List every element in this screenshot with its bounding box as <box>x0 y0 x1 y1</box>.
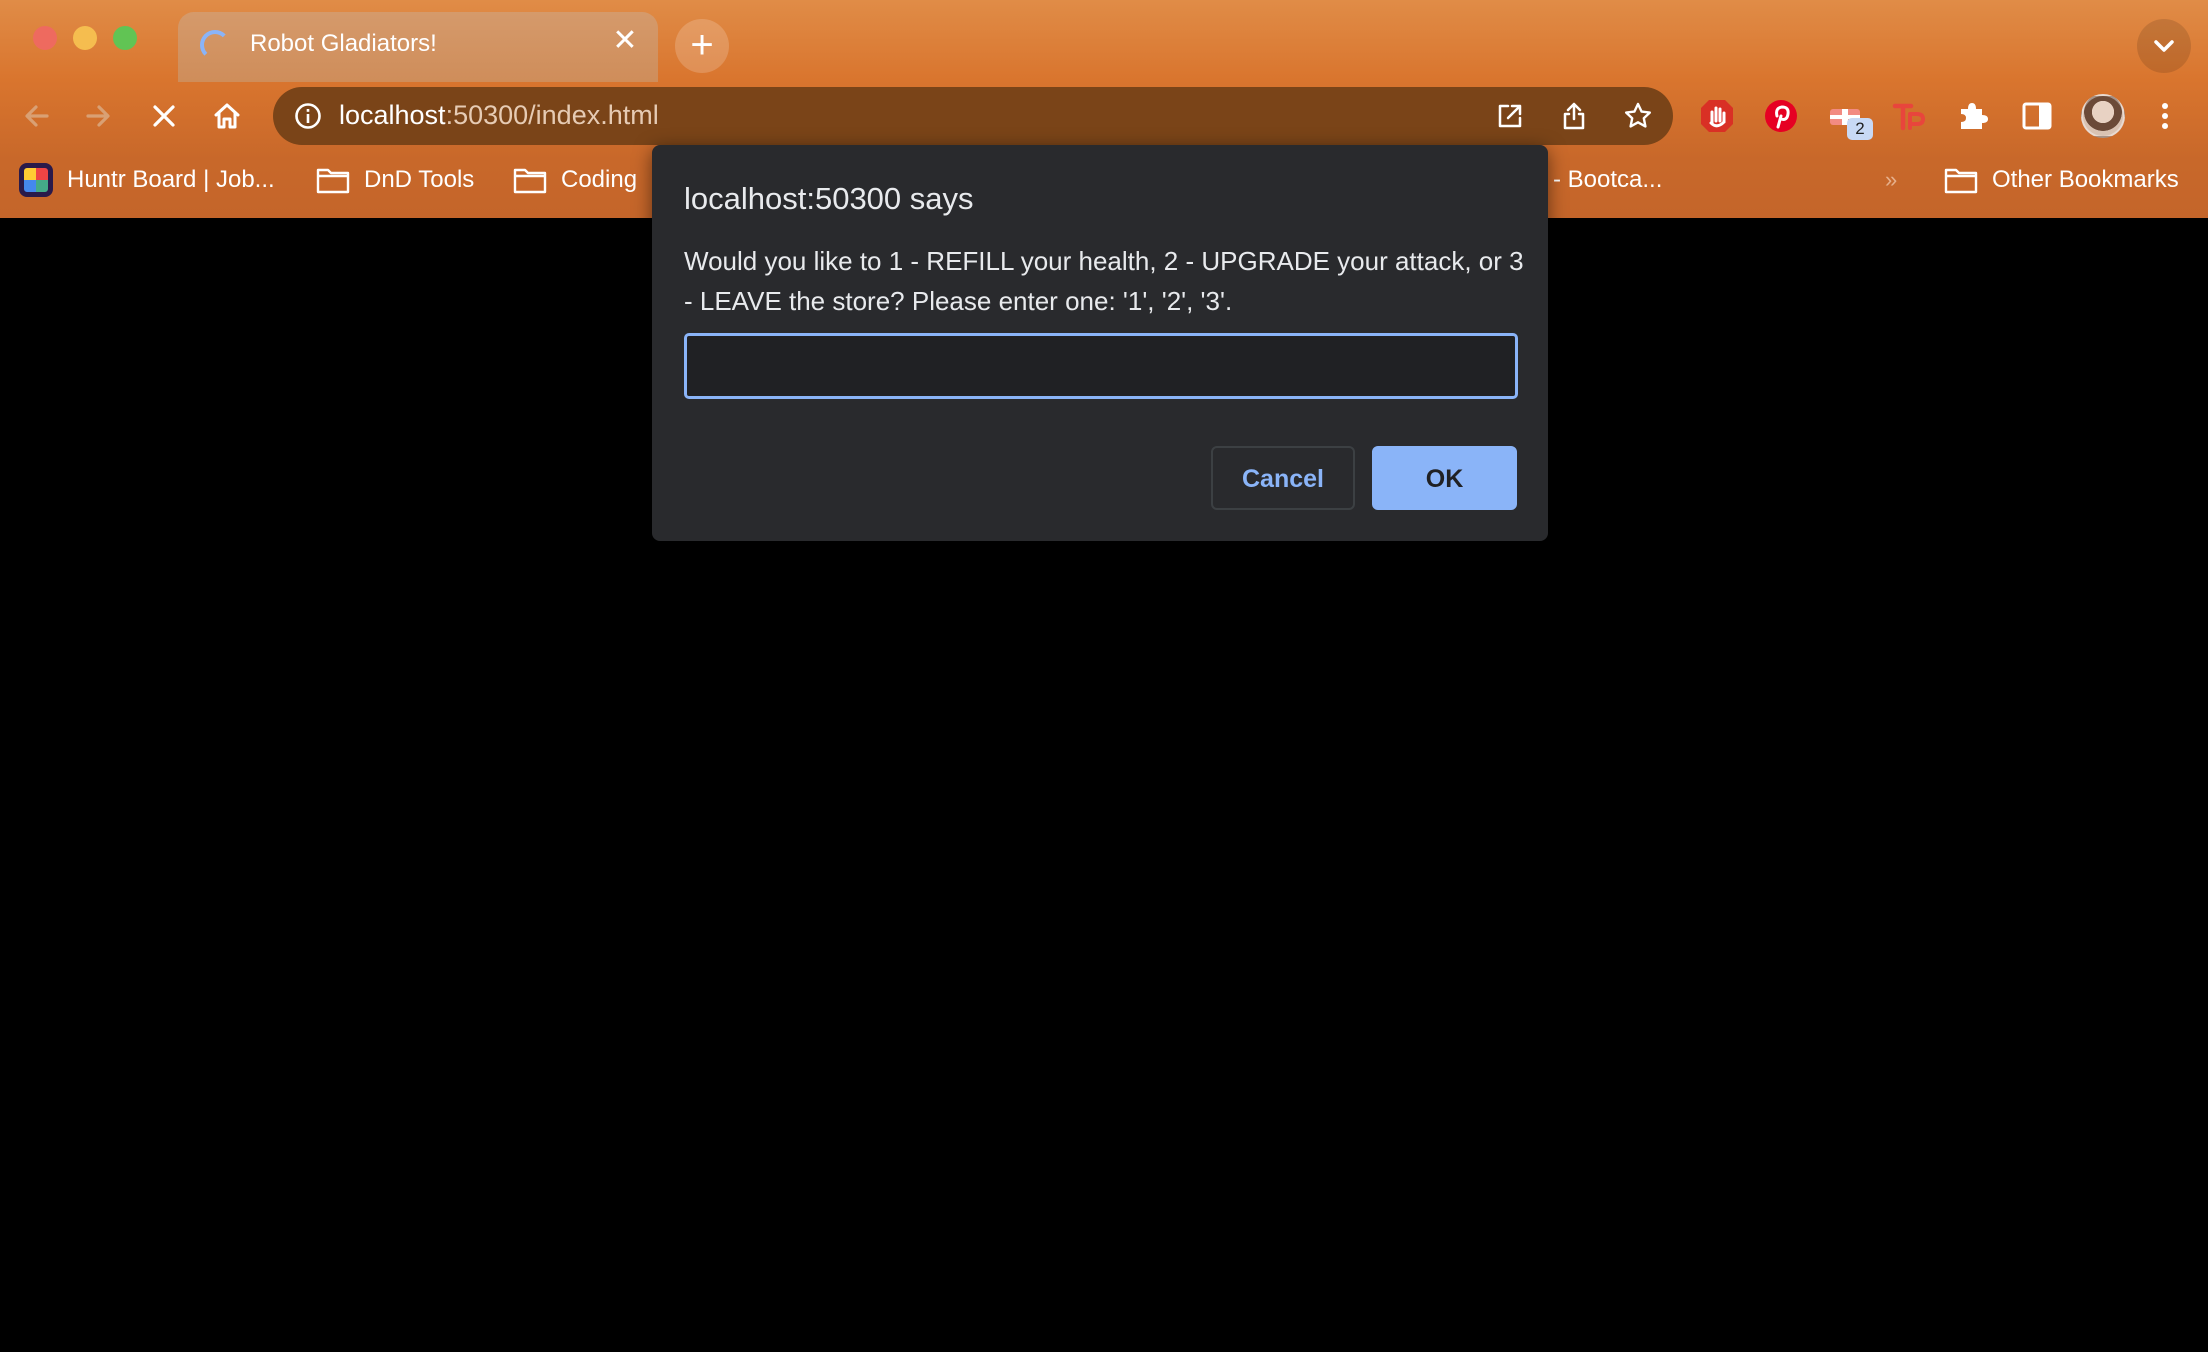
prompt-input[interactable] <box>684 333 1518 399</box>
tab-close-icon[interactable]: ✕ <box>610 26 640 56</box>
title-bar: Robot Gladiators! ✕ + <box>0 0 2208 82</box>
bookmarks-overflow-chevron-icon[interactable]: » <box>1885 160 1897 200</box>
adblock-extension-icon[interactable] <box>1698 97 1736 135</box>
stop-loading-icon[interactable] <box>144 96 184 136</box>
bookmark-folder-other[interactable]: Other Bookmarks <box>1944 160 2179 200</box>
tp-extension-icon[interactable] <box>1890 97 1928 135</box>
bookmark-huntr[interactable]: Huntr Board | Job... <box>19 160 275 200</box>
pinterest-extension-icon[interactable] <box>1762 97 1800 135</box>
extension-badge-count: 2 <box>1847 118 1873 140</box>
back-arrow-icon[interactable] <box>17 96 57 136</box>
minimize-window-button[interactable] <box>73 26 97 50</box>
bookmark-label: DnD Tools <box>364 166 475 193</box>
folder-icon <box>316 168 350 194</box>
bookmark-label: Coding <box>561 166 638 193</box>
info-icon[interactable] <box>293 101 323 131</box>
bookmark-bootcamp[interactable]: - Bootca... <box>1553 160 1662 200</box>
prompt-dialog: localhost:50300 says Would you like to 1… <box>652 145 1548 541</box>
toolbar: localhost:50300/index.html 2 <box>0 82 2208 150</box>
dialog-message: Would you like to 1 - REFILL your health… <box>684 246 1524 316</box>
url-text[interactable]: localhost:50300/index.html <box>339 100 659 131</box>
folder-icon <box>1944 168 1978 194</box>
ok-button[interactable]: OK <box>1372 446 1517 510</box>
close-window-button[interactable] <box>33 26 57 50</box>
more-menu-icon[interactable] <box>2146 97 2184 135</box>
chevron-down-icon <box>2154 40 2174 52</box>
loading-spinner-icon <box>200 30 230 60</box>
bookmark-label: - Bootca... <box>1553 166 1663 193</box>
url-path: :50300/index.html <box>445 100 659 130</box>
cancel-button[interactable]: Cancel <box>1211 446 1355 510</box>
bookmark-folder-dnd-tools[interactable]: DnD Tools <box>316 160 474 200</box>
folder-icon <box>513 168 547 194</box>
tab-title: Robot Gladiators! <box>250 30 437 57</box>
bookmark-folder-coding[interactable]: Coding <box>513 160 637 200</box>
open-in-new-icon[interactable] <box>1495 101 1525 131</box>
huntr-logo-icon <box>19 163 53 197</box>
home-icon[interactable] <box>207 96 247 136</box>
extensions-puzzle-icon[interactable] <box>1954 97 1992 135</box>
share-icon[interactable] <box>1559 101 1589 131</box>
url-host: localhost <box>339 100 446 130</box>
bookmark-label: Other Bookmarks <box>1992 166 2179 193</box>
browser-tab-active[interactable]: Robot Gladiators! ✕ <box>178 12 658 82</box>
bookmark-label: Huntr Board | Job... <box>67 166 275 193</box>
tab-search-button[interactable] <box>2137 19 2191 73</box>
new-tab-button[interactable]: + <box>675 19 729 73</box>
address-bar[interactable]: localhost:50300/index.html <box>273 87 1673 145</box>
dialog-title: localhost:50300 says <box>684 181 974 216</box>
side-panel-icon[interactable] <box>2018 97 2056 135</box>
forward-arrow-icon[interactable] <box>78 96 118 136</box>
profile-avatar[interactable] <box>2081 94 2125 138</box>
bookmark-star-icon[interactable] <box>1623 101 1653 131</box>
maximize-window-button[interactable] <box>113 26 137 50</box>
